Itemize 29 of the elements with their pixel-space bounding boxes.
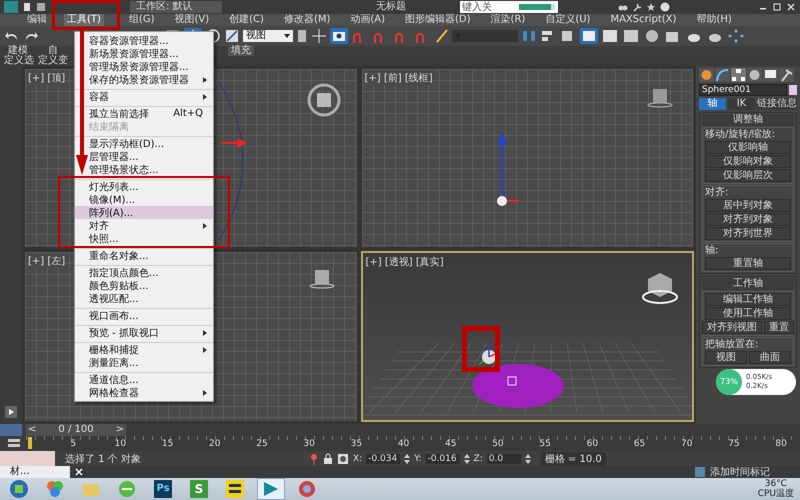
axis-label: Z: — [474, 454, 483, 464]
tick-label: 40 — [398, 439, 410, 449]
tick-label: 60 — [586, 439, 598, 449]
tick-label: 25 — [256, 439, 268, 449]
tick-label: 65 — [634, 439, 646, 449]
cpu-label: CPU温度 — [758, 489, 794, 499]
tick-label: 20 — [209, 439, 220, 449]
tick-label: 75 — [728, 439, 740, 449]
tick-label: 45 — [445, 439, 456, 449]
temperature-label: 36°C — [764, 479, 787, 489]
tick-label: 35 — [350, 439, 362, 449]
axis-label: X: — [353, 454, 362, 464]
group-label: 对齐: — [705, 187, 730, 198]
tick-label: 70 — [681, 439, 692, 449]
tick-label: 15 — [162, 439, 174, 449]
tick-label: 50 — [492, 439, 504, 449]
group-label: 移动/旋转/缩放: — [705, 129, 776, 140]
tick-label: 55 — [539, 439, 551, 449]
status-message: 选择了 1 个 对象 — [65, 452, 142, 466]
group-label: 把轴放置在: — [705, 339, 760, 350]
window-title: 无标题 — [376, 1, 407, 13]
axis-label: Y: — [414, 454, 422, 464]
tick-label: 30 — [303, 439, 315, 449]
grid-size-label: 栅格 = 10.0 — [540, 452, 606, 466]
tick-label: 80 — [775, 439, 787, 449]
tick-label: 5 — [70, 439, 76, 449]
tick-label: 10 — [114, 439, 126, 449]
group-label: 轴: — [705, 245, 720, 256]
percentage-badge: 73% — [716, 369, 742, 395]
